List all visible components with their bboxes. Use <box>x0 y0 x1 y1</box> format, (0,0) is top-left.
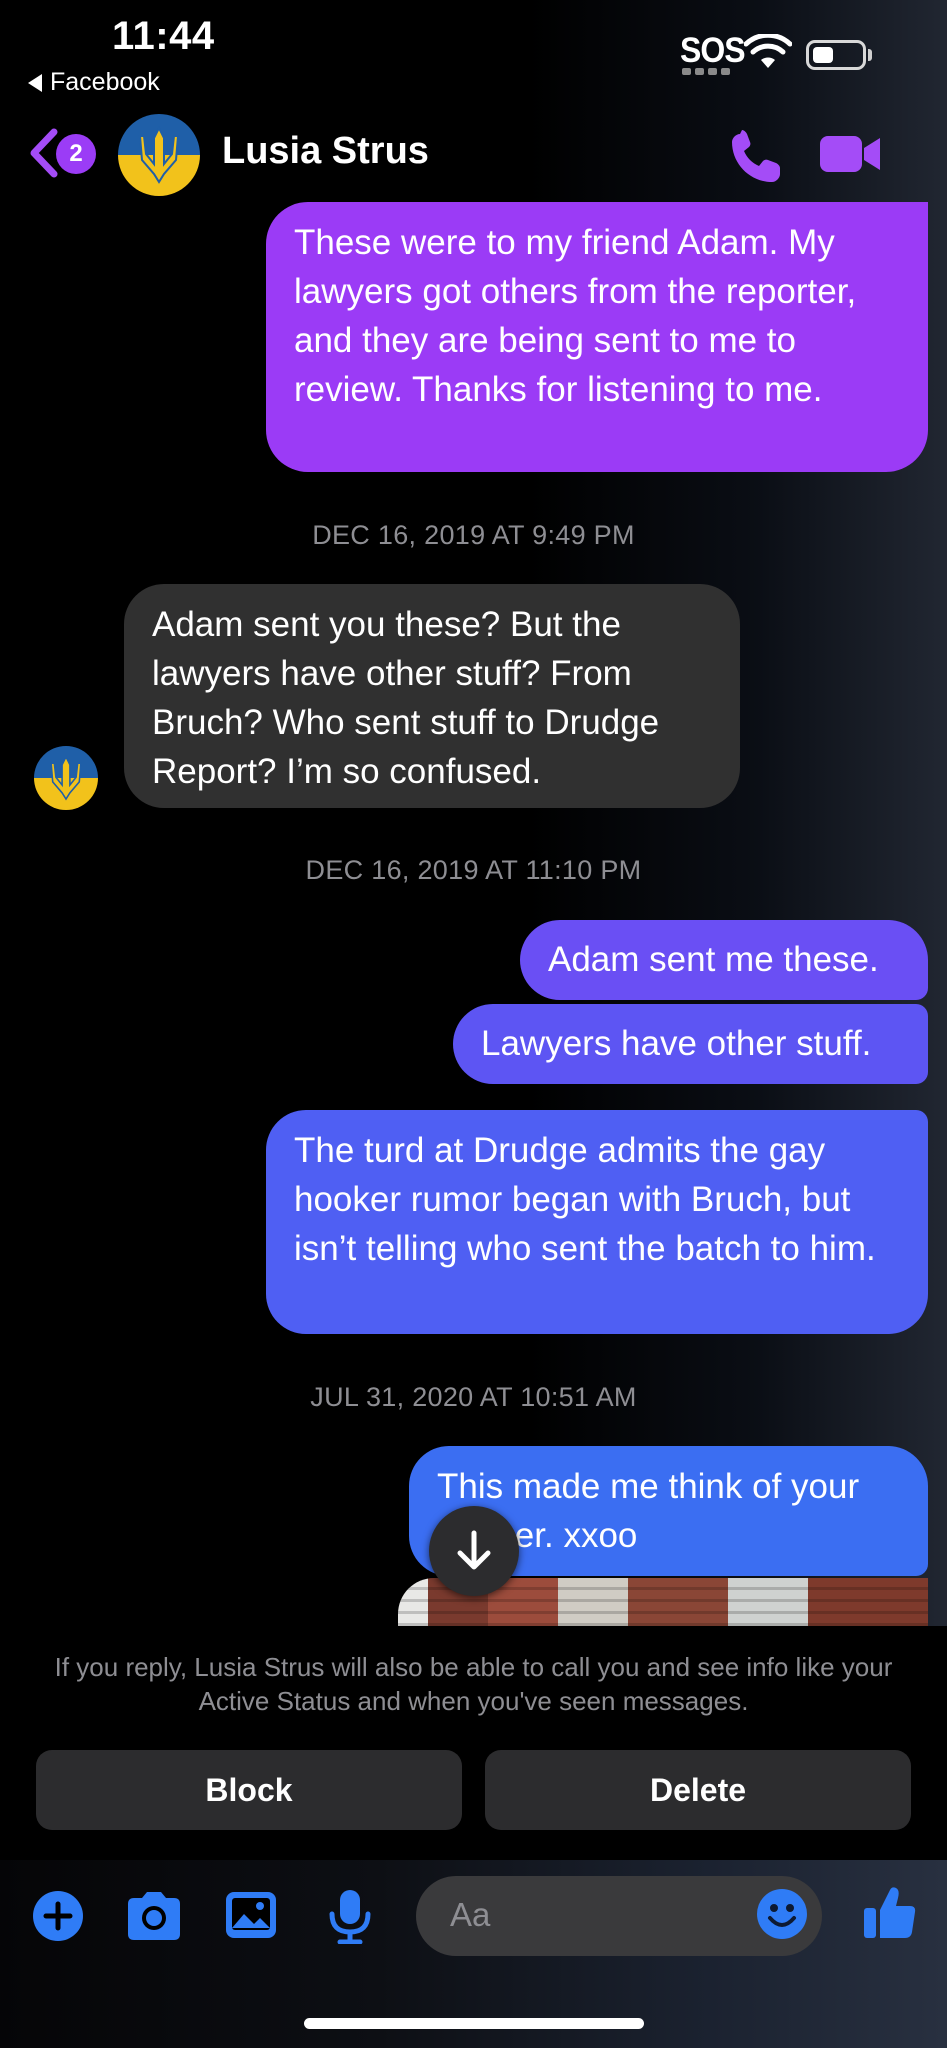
back-app-label: Facebook <box>50 68 160 96</box>
wifi-icon <box>744 34 792 68</box>
message-received[interactable]: Adam sent you these? But the lawyers hav… <box>124 584 740 808</box>
status-time: 11:44 <box>112 14 215 58</box>
emoji-icon[interactable] <box>756 1888 808 1940</box>
timestamp: DEC 16, 2019 AT 11:10 PM <box>305 855 642 885</box>
carrier-sos: SOS <box>680 30 746 70</box>
message-sent[interactable]: Adam sent me these. <box>520 920 928 1000</box>
messenger-screen: 11:44 Facebook SOS 2 Lusia Strus These w… <box>0 0 947 2048</box>
message-sent[interactable]: The turd at Drudge admits the gay hooker… <box>266 1110 928 1334</box>
block-button[interactable]: Block <box>36 1750 462 1830</box>
arrow-down-icon <box>457 1530 491 1570</box>
message-input-placeholder: Aa <box>450 1896 491 1933</box>
plus-icon[interactable] <box>30 1888 90 1944</box>
back-to-app-link[interactable]: Facebook <box>28 68 160 97</box>
phone-call-icon[interactable] <box>728 126 784 182</box>
delete-button[interactable]: Delete <box>485 1750 911 1830</box>
microphone-icon[interactable] <box>320 1888 380 1944</box>
contact-avatar[interactable] <box>118 114 200 196</box>
photo-icon[interactable] <box>222 1888 282 1944</box>
message-sent[interactable]: These were to my friend Adam. My lawyers… <box>266 202 928 472</box>
battery-icon <box>806 40 866 70</box>
camera-icon[interactable] <box>124 1888 184 1944</box>
scroll-to-bottom-button[interactable] <box>429 1506 519 1596</box>
home-indicator <box>304 2018 644 2029</box>
sender-avatar[interactable] <box>34 746 98 810</box>
signal-dots-icon <box>682 68 730 75</box>
back-triangle-icon <box>28 73 42 92</box>
unread-badge: 2 <box>56 134 96 174</box>
message-sent[interactable]: Lawyers have other stuff. <box>453 1004 928 1084</box>
like-icon[interactable] <box>862 1884 918 1940</box>
contact-name[interactable]: Lusia Strus <box>222 130 429 173</box>
timestamp: JUL 31, 2020 AT 10:51 AM <box>310 1382 637 1412</box>
reply-notice: If you reply, Lusia Strus will also be a… <box>54 1652 893 1716</box>
timestamp: DEC 16, 2019 AT 9:49 PM <box>312 520 635 550</box>
video-call-icon[interactable] <box>820 134 882 174</box>
